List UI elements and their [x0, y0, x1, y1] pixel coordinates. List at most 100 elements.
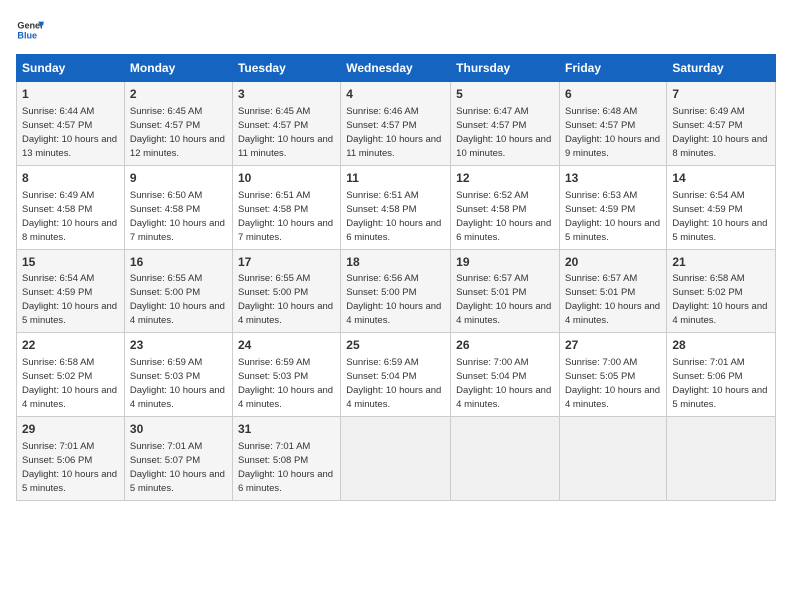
calendar-cell: 17 Sunrise: 6:55 AMSunset: 5:00 PMDaylig… — [232, 249, 340, 333]
header-day-monday: Monday — [124, 55, 232, 82]
logo: General Blue — [16, 16, 48, 44]
calendar-cell: 1 Sunrise: 6:44 AMSunset: 4:57 PMDayligh… — [17, 82, 125, 166]
day-info: Sunrise: 6:59 AMSunset: 5:03 PMDaylight:… — [238, 357, 333, 410]
calendar-week-row: 22 Sunrise: 6:58 AMSunset: 5:02 PMDaylig… — [17, 333, 776, 417]
day-info: Sunrise: 6:58 AMSunset: 5:02 PMDaylight:… — [22, 357, 117, 410]
calendar-cell: 25 Sunrise: 6:59 AMSunset: 5:04 PMDaylig… — [341, 333, 451, 417]
day-number: 10 — [238, 170, 335, 187]
day-number: 2 — [130, 86, 227, 103]
header-day-tuesday: Tuesday — [232, 55, 340, 82]
day-info: Sunrise: 6:54 AMSunset: 4:59 PMDaylight:… — [22, 273, 117, 326]
day-number: 21 — [672, 254, 770, 271]
logo-icon: General Blue — [16, 16, 44, 44]
calendar-cell: 3 Sunrise: 6:45 AMSunset: 4:57 PMDayligh… — [232, 82, 340, 166]
calendar-cell — [451, 417, 560, 501]
day-number: 24 — [238, 337, 335, 354]
day-info: Sunrise: 7:01 AMSunset: 5:06 PMDaylight:… — [22, 441, 117, 494]
calendar-cell — [667, 417, 776, 501]
calendar-cell: 26 Sunrise: 7:00 AMSunset: 5:04 PMDaylig… — [451, 333, 560, 417]
day-number: 30 — [130, 421, 227, 438]
day-info: Sunrise: 6:53 AMSunset: 4:59 PMDaylight:… — [565, 190, 660, 243]
calendar-cell: 23 Sunrise: 6:59 AMSunset: 5:03 PMDaylig… — [124, 333, 232, 417]
day-info: Sunrise: 6:55 AMSunset: 5:00 PMDaylight:… — [130, 273, 225, 326]
day-info: Sunrise: 6:58 AMSunset: 5:02 PMDaylight:… — [672, 273, 767, 326]
day-info: Sunrise: 6:57 AMSunset: 5:01 PMDaylight:… — [456, 273, 551, 326]
day-info: Sunrise: 6:45 AMSunset: 4:57 PMDaylight:… — [130, 106, 225, 159]
header-day-saturday: Saturday — [667, 55, 776, 82]
calendar-cell: 8 Sunrise: 6:49 AMSunset: 4:58 PMDayligh… — [17, 165, 125, 249]
calendar-cell: 19 Sunrise: 6:57 AMSunset: 5:01 PMDaylig… — [451, 249, 560, 333]
day-info: Sunrise: 6:49 AMSunset: 4:57 PMDaylight:… — [672, 106, 767, 159]
day-number: 25 — [346, 337, 445, 354]
header-day-wednesday: Wednesday — [341, 55, 451, 82]
day-number: 1 — [22, 86, 119, 103]
calendar-cell: 16 Sunrise: 6:55 AMSunset: 5:00 PMDaylig… — [124, 249, 232, 333]
day-info: Sunrise: 6:50 AMSunset: 4:58 PMDaylight:… — [130, 190, 225, 243]
calendar-week-row: 1 Sunrise: 6:44 AMSunset: 4:57 PMDayligh… — [17, 82, 776, 166]
day-info: Sunrise: 6:52 AMSunset: 4:58 PMDaylight:… — [456, 190, 551, 243]
day-number: 6 — [565, 86, 661, 103]
calendar-cell: 2 Sunrise: 6:45 AMSunset: 4:57 PMDayligh… — [124, 82, 232, 166]
day-number: 28 — [672, 337, 770, 354]
calendar-cell: 18 Sunrise: 6:56 AMSunset: 5:00 PMDaylig… — [341, 249, 451, 333]
calendar-cell: 15 Sunrise: 6:54 AMSunset: 4:59 PMDaylig… — [17, 249, 125, 333]
day-number: 12 — [456, 170, 554, 187]
calendar-cell: 7 Sunrise: 6:49 AMSunset: 4:57 PMDayligh… — [667, 82, 776, 166]
day-info: Sunrise: 7:01 AMSunset: 5:07 PMDaylight:… — [130, 441, 225, 494]
header: General Blue — [16, 16, 776, 44]
day-number: 16 — [130, 254, 227, 271]
header-day-sunday: Sunday — [17, 55, 125, 82]
calendar-cell: 4 Sunrise: 6:46 AMSunset: 4:57 PMDayligh… — [341, 82, 451, 166]
svg-text:Blue: Blue — [17, 30, 37, 40]
calendar-cell: 11 Sunrise: 6:51 AMSunset: 4:58 PMDaylig… — [341, 165, 451, 249]
day-info: Sunrise: 6:48 AMSunset: 4:57 PMDaylight:… — [565, 106, 660, 159]
day-info: Sunrise: 6:51 AMSunset: 4:58 PMDaylight:… — [238, 190, 333, 243]
header-day-friday: Friday — [560, 55, 667, 82]
calendar-cell — [560, 417, 667, 501]
calendar-cell: 5 Sunrise: 6:47 AMSunset: 4:57 PMDayligh… — [451, 82, 560, 166]
calendar-body: 1 Sunrise: 6:44 AMSunset: 4:57 PMDayligh… — [17, 82, 776, 501]
calendar-cell: 21 Sunrise: 6:58 AMSunset: 5:02 PMDaylig… — [667, 249, 776, 333]
calendar-week-row: 15 Sunrise: 6:54 AMSunset: 4:59 PMDaylig… — [17, 249, 776, 333]
day-info: Sunrise: 6:49 AMSunset: 4:58 PMDaylight:… — [22, 190, 117, 243]
calendar-week-row: 29 Sunrise: 7:01 AMSunset: 5:06 PMDaylig… — [17, 417, 776, 501]
calendar-cell: 27 Sunrise: 7:00 AMSunset: 5:05 PMDaylig… — [560, 333, 667, 417]
day-number: 20 — [565, 254, 661, 271]
day-info: Sunrise: 6:54 AMSunset: 4:59 PMDaylight:… — [672, 190, 767, 243]
calendar-table: SundayMondayTuesdayWednesdayThursdayFrid… — [16, 54, 776, 501]
calendar-cell: 12 Sunrise: 6:52 AMSunset: 4:58 PMDaylig… — [451, 165, 560, 249]
day-number: 14 — [672, 170, 770, 187]
day-number: 17 — [238, 254, 335, 271]
calendar-cell: 9 Sunrise: 6:50 AMSunset: 4:58 PMDayligh… — [124, 165, 232, 249]
day-number: 11 — [346, 170, 445, 187]
day-number: 27 — [565, 337, 661, 354]
day-info: Sunrise: 6:55 AMSunset: 5:00 PMDaylight:… — [238, 273, 333, 326]
day-number: 18 — [346, 254, 445, 271]
day-info: Sunrise: 6:47 AMSunset: 4:57 PMDaylight:… — [456, 106, 551, 159]
day-number: 3 — [238, 86, 335, 103]
day-info: Sunrise: 6:56 AMSunset: 5:00 PMDaylight:… — [346, 273, 441, 326]
day-info: Sunrise: 6:44 AMSunset: 4:57 PMDaylight:… — [22, 106, 117, 159]
day-number: 26 — [456, 337, 554, 354]
day-number: 13 — [565, 170, 661, 187]
day-info: Sunrise: 6:59 AMSunset: 5:04 PMDaylight:… — [346, 357, 441, 410]
day-number: 8 — [22, 170, 119, 187]
day-number: 5 — [456, 86, 554, 103]
day-number: 29 — [22, 421, 119, 438]
calendar-cell: 28 Sunrise: 7:01 AMSunset: 5:06 PMDaylig… — [667, 333, 776, 417]
calendar-cell — [341, 417, 451, 501]
day-info: Sunrise: 7:00 AMSunset: 5:04 PMDaylight:… — [456, 357, 551, 410]
day-info: Sunrise: 7:01 AMSunset: 5:06 PMDaylight:… — [672, 357, 767, 410]
calendar-cell: 20 Sunrise: 6:57 AMSunset: 5:01 PMDaylig… — [560, 249, 667, 333]
calendar-header-row: SundayMondayTuesdayWednesdayThursdayFrid… — [17, 55, 776, 82]
day-info: Sunrise: 6:51 AMSunset: 4:58 PMDaylight:… — [346, 190, 441, 243]
day-info: Sunrise: 6:57 AMSunset: 5:01 PMDaylight:… — [565, 273, 660, 326]
calendar-cell: 31 Sunrise: 7:01 AMSunset: 5:08 PMDaylig… — [232, 417, 340, 501]
day-number: 7 — [672, 86, 770, 103]
calendar-week-row: 8 Sunrise: 6:49 AMSunset: 4:58 PMDayligh… — [17, 165, 776, 249]
day-number: 15 — [22, 254, 119, 271]
calendar-cell: 14 Sunrise: 6:54 AMSunset: 4:59 PMDaylig… — [667, 165, 776, 249]
day-number: 22 — [22, 337, 119, 354]
calendar-cell: 29 Sunrise: 7:01 AMSunset: 5:06 PMDaylig… — [17, 417, 125, 501]
day-number: 9 — [130, 170, 227, 187]
